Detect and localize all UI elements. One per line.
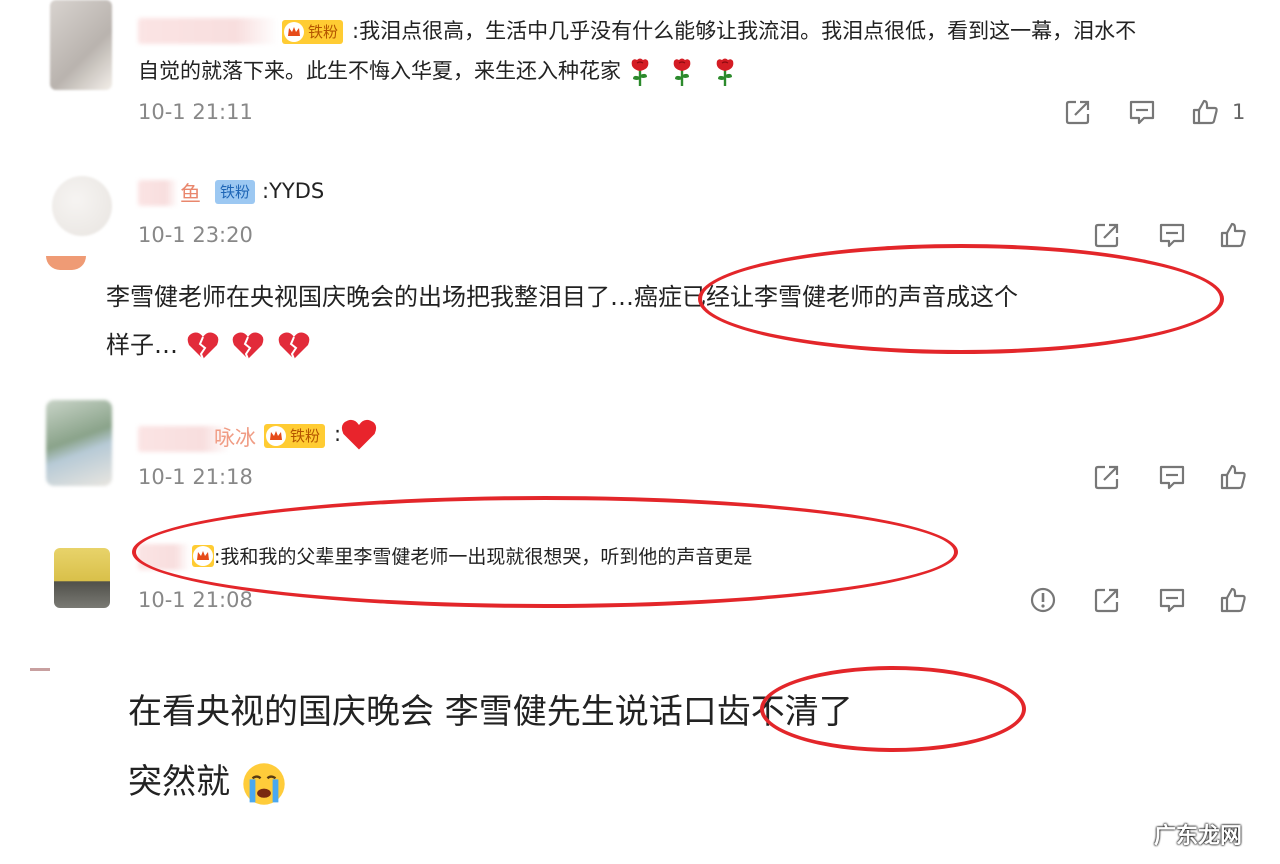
like-button[interactable] — [1190, 97, 1220, 127]
comment-text: :我和我的父辈里李雪健老师一出现就很想哭，听到他的声音更是 — [214, 546, 753, 568]
share-button[interactable] — [1092, 220, 1122, 250]
report-button[interactable] — [1028, 585, 1058, 615]
crown-icon — [266, 426, 286, 446]
comment-time: 10-1 21:18 — [138, 465, 253, 489]
comment-text-line2: 自觉的就落下来。此生不悔入华夏，来生还入种花家 — [138, 54, 737, 88]
post-avatar-edge — [46, 256, 86, 270]
like-icon — [1190, 97, 1220, 127]
comment-time: 10-1 21:08 — [138, 588, 253, 612]
share-button[interactable] — [1092, 585, 1122, 615]
username-fragment[interactable]: 鱼 — [180, 178, 201, 208]
watermark: 广东龙网 — [1153, 824, 1242, 849]
broken-heart-icon — [231, 331, 265, 361]
like-count: 1 — [1232, 100, 1246, 124]
fan-badge: 铁粉 — [215, 180, 256, 204]
fan-badge: 铁粉 — [282, 20, 344, 44]
post-text-line2: 样子… — [106, 328, 311, 362]
username[interactable] — [138, 180, 178, 206]
like-icon — [1218, 220, 1248, 250]
like-icon — [1218, 462, 1248, 492]
divider-mark — [30, 668, 50, 671]
username-fragment[interactable]: 咏冰 — [214, 422, 256, 452]
comment-icon — [1157, 585, 1187, 615]
username[interactable] — [138, 544, 190, 570]
like-button[interactable] — [1218, 462, 1248, 492]
report-icon — [1028, 585, 1058, 615]
post-text: 在看央视的国庆晚会 李雪健先生说话口齿不清了 — [128, 692, 853, 732]
comment-icon — [1157, 462, 1187, 492]
crying-face-icon — [241, 761, 287, 807]
share-button[interactable] — [1063, 97, 1093, 127]
share-icon — [1092, 462, 1122, 492]
crown-icon — [192, 545, 214, 567]
comment-text: :我泪点很高，生活中几乎没有什么能够让我流泪。我泪点很低，看到这一幕，泪水不 — [352, 19, 1137, 43]
rose-icon — [670, 57, 694, 87]
comment-time: 10-1 21:11 — [138, 100, 253, 124]
avatar[interactable] — [50, 0, 112, 90]
reply-button[interactable] — [1127, 97, 1157, 127]
crown-icon — [284, 22, 304, 42]
broken-heart-icon — [277, 331, 311, 361]
username[interactable] — [138, 18, 278, 44]
share-icon — [1092, 220, 1122, 250]
share-icon — [1063, 97, 1093, 127]
like-icon — [1218, 585, 1248, 615]
post-text-line2: 突然就 — [128, 754, 287, 807]
rose-icon — [713, 57, 737, 87]
broken-heart-icon — [186, 331, 220, 361]
comment-time: 10-1 23:20 — [138, 223, 253, 247]
reply-button[interactable] — [1157, 585, 1187, 615]
share-button[interactable] — [1092, 462, 1122, 492]
heart-icon — [340, 418, 378, 452]
avatar[interactable] — [52, 176, 112, 236]
like-button[interactable] — [1218, 220, 1248, 250]
like-button[interactable] — [1218, 585, 1248, 615]
comment-icon — [1157, 220, 1187, 250]
fan-badge: 铁粉 — [264, 424, 326, 448]
share-icon — [1092, 585, 1122, 615]
comment-text: :YYDS — [262, 179, 325, 203]
avatar[interactable] — [54, 548, 110, 608]
reply-button[interactable] — [1157, 220, 1187, 250]
rose-icon — [628, 57, 652, 87]
avatar[interactable] — [46, 400, 112, 486]
reply-button[interactable] — [1157, 462, 1187, 492]
post-text: 李雪健老师在央视国庆晚会的出场把我整泪目了…癌症已经让李雪健老师的声音成这个 — [106, 283, 1018, 311]
comment-icon — [1127, 97, 1157, 127]
